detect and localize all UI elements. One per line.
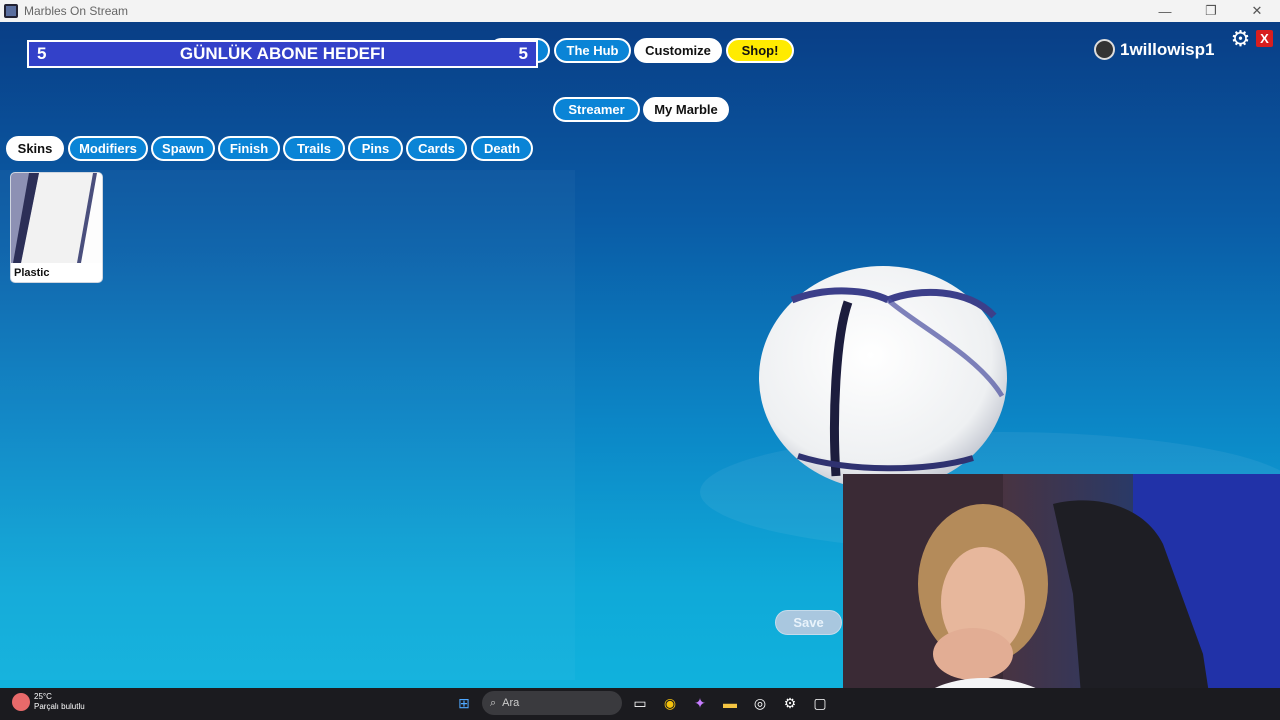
tab-streamer[interactable]: Streamer: [553, 97, 640, 122]
save-button[interactable]: Save: [775, 610, 842, 635]
weather-icon: [12, 693, 30, 711]
sub-goal-banner: 5 GÜNLÜK ABONE HEDEFI 5: [27, 40, 538, 68]
tab-pins[interactable]: Pins: [348, 136, 403, 161]
obs-icon[interactable]: ◎: [748, 691, 772, 715]
chrome-icon[interactable]: ◉: [658, 691, 682, 715]
tab-spawn[interactable]: Spawn: [151, 136, 215, 161]
weather-temp: 25°C: [34, 692, 52, 701]
close-window-button[interactable]: ✕: [1234, 0, 1280, 22]
tab-death[interactable]: Death: [471, 136, 533, 161]
os-taskbar: 25°C Parçalı bulutlu ⊞ ⌕ Ara ▭ ◉ ✦ ▬ ◎ ⚙…: [0, 688, 1280, 720]
marble-preview[interactable]: [758, 266, 1008, 490]
webcam-overlay: [843, 474, 1280, 720]
tab-skins[interactable]: Skins: [6, 136, 64, 161]
task-view-icon[interactable]: ▭: [628, 691, 652, 715]
tab-trails[interactable]: Trails: [283, 136, 345, 161]
search-icon: ⌕: [490, 696, 497, 709]
goal-title: GÜNLÜK ABONE HEDEFI: [179, 44, 386, 63]
minimize-button[interactable]: —: [1142, 0, 1188, 22]
marbles-icon[interactable]: ▢: [808, 691, 832, 715]
copilot-icon[interactable]: ✦: [688, 691, 712, 715]
customize-button[interactable]: Customize: [634, 38, 722, 63]
window-titlebar: Marbles On Stream — ❐ ✕: [0, 0, 1280, 22]
goal-right-count: 5: [518, 44, 528, 63]
goal-left-count: 5: [37, 44, 47, 63]
weather-desc: Parçalı bulutlu: [34, 702, 85, 711]
gear-icon[interactable]: ⚙: [1230, 28, 1251, 50]
shop-button[interactable]: Shop!: [726, 38, 794, 63]
user-badge[interactable]: 1willowisp1: [1094, 39, 1214, 60]
close-game-button[interactable]: X: [1256, 30, 1273, 47]
tab-modifiers[interactable]: Modifiers: [68, 136, 148, 161]
tab-my-marble[interactable]: My Marble: [643, 97, 729, 122]
app-icon: [4, 4, 18, 18]
skin-thumbnail: [11, 173, 102, 263]
skin-card-plastic[interactable]: Plastic: [10, 172, 103, 283]
maximize-button[interactable]: ❐: [1188, 0, 1234, 22]
tab-finish[interactable]: Finish: [218, 136, 280, 161]
window-title: Marbles On Stream: [24, 4, 129, 18]
steam-icon[interactable]: ⚙: [778, 691, 802, 715]
weather-widget[interactable]: 25°C Parçalı bulutlu: [12, 692, 85, 712]
skin-label: Plastic: [14, 267, 50, 279]
hub-button[interactable]: The Hub: [554, 38, 631, 63]
start-icon[interactable]: ⊞: [452, 691, 476, 715]
taskbar-apps: ⊞ ⌕ Ara ▭ ◉ ✦ ▬ ◎ ⚙ ▢: [452, 691, 832, 715]
file-explorer-icon[interactable]: ▬: [718, 691, 742, 715]
username: 1willowisp1: [1120, 39, 1215, 59]
taskbar-search[interactable]: ⌕ Ara: [482, 691, 622, 715]
tab-cards[interactable]: Cards: [406, 136, 467, 161]
avatar: [1094, 39, 1115, 60]
search-placeholder: Ara: [502, 697, 520, 709]
window-controls: — ❐ ✕: [1142, 0, 1280, 22]
